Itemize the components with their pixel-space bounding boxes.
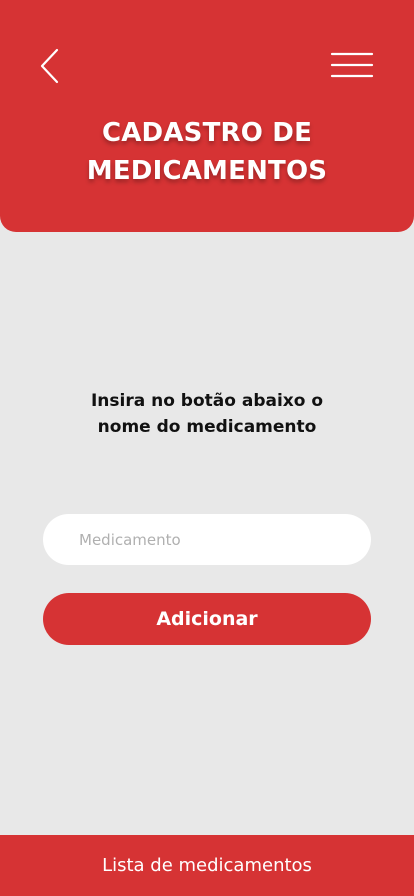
medication-input[interactable]	[43, 514, 371, 565]
add-button[interactable]: Adicionar	[43, 593, 371, 645]
page-title-line-2: MEDICAMENTOS	[86, 156, 328, 186]
page-title-line-1: CADASTRO DE	[101, 118, 313, 148]
back-button[interactable]	[30, 40, 70, 92]
chevron-left-icon	[40, 48, 59, 84]
header: CADASTRO DE MEDICAMENTOS	[0, 0, 414, 232]
instruction-text: Insira no botão abaixo o nome do medicam…	[0, 388, 414, 440]
page-title: CADASTRO DE MEDICAMENTOS	[0, 114, 414, 190]
app-screen: CADASTRO DE MEDICAMENTOS Insira no botão…	[0, 0, 414, 896]
medication-list-link[interactable]: Lista de medicamentos	[0, 835, 414, 896]
hamburger-menu-icon	[330, 52, 374, 78]
menu-button[interactable]	[324, 44, 380, 86]
instruction-line-2: nome do medicamento	[97, 417, 317, 437]
instruction-line-1: Insira no botão abaixo o	[90, 391, 324, 411]
